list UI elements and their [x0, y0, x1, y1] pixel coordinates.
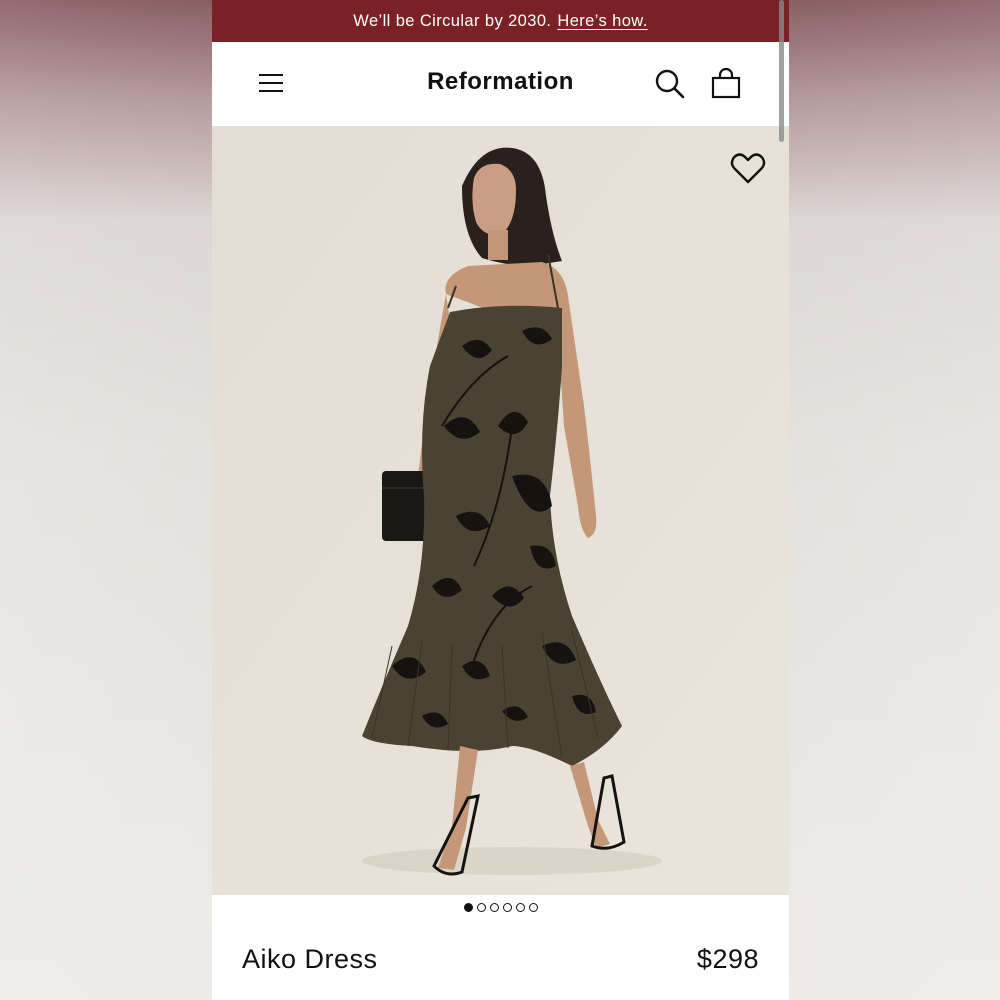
shopping-bag-icon[interactable] [708, 66, 744, 102]
heart-icon[interactable] [728, 148, 768, 188]
search-icon[interactable] [652, 66, 688, 102]
promo-link[interactable]: Here’s how. [557, 12, 647, 31]
promo-text: We’ll be Circular by 2030. [353, 11, 552, 30]
carousel-dot-3[interactable] [489, 903, 499, 912]
carousel-dot-1[interactable] [463, 903, 473, 912]
hamburger-menu-icon[interactable] [256, 69, 286, 97]
scrollbar[interactable] [779, 0, 784, 142]
brand-logo: Reformation [427, 68, 574, 95]
carousel-dots [212, 903, 789, 921]
site-header: Reformation [212, 42, 789, 126]
carousel-dot-5[interactable] [515, 903, 525, 912]
carousel-dot-2[interactable] [476, 903, 486, 912]
product-name: Aiko Dress [242, 944, 378, 974]
mobile-page: We’ll be Circular by 2030. Here’s how. R… [212, 0, 789, 1000]
promo-banner: We’ll be Circular by 2030. Here’s how. [212, 0, 789, 42]
product-image[interactable] [212, 126, 789, 895]
product-price: $298 [696, 944, 759, 974]
model-photo [212, 126, 789, 895]
carousel-dot-6[interactable] [528, 903, 538, 912]
carousel-dot-4[interactable] [502, 903, 512, 912]
